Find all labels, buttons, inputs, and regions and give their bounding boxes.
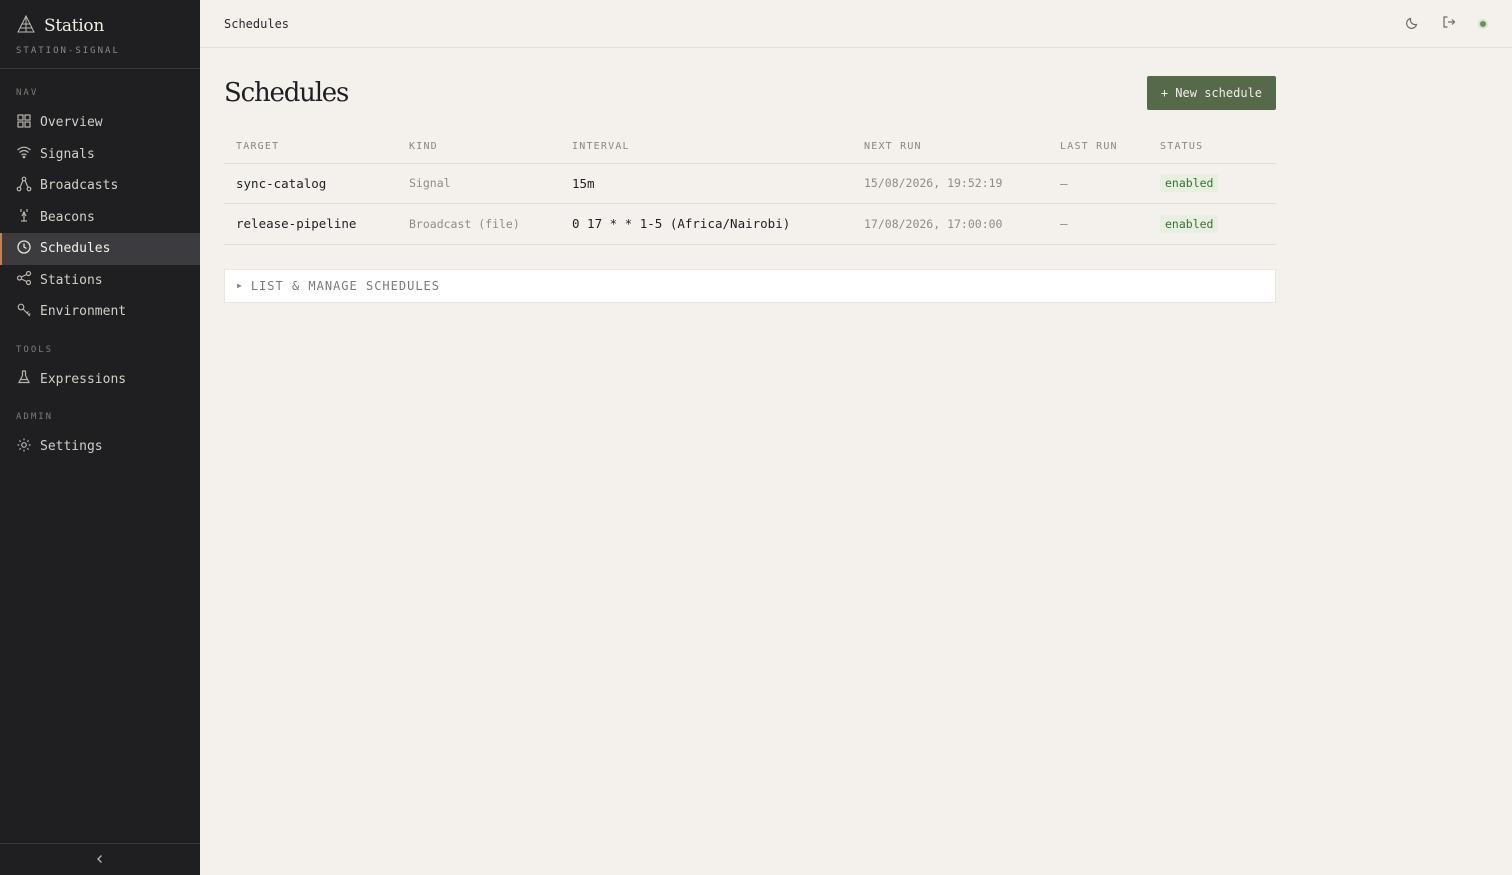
table-row[interactable]: sync-catalog Signal 15m 15/08/2026, 19:5… [224,163,1276,204]
sidebar-item-label: Beacons [40,209,95,225]
sidebar-item-overview[interactable]: Overview [0,107,200,139]
gear-icon [16,437,32,457]
workspace-name: STATION-SIGNAL [16,46,120,56]
column-header-next-run[interactable]: NEXT RUN [852,130,1048,164]
chevron-left-icon [94,850,106,869]
sidebar-item-label: Environment [40,304,127,320]
network-icon [16,270,32,290]
moon-icon[interactable] [1406,14,1420,33]
cell-next-run: 17/08/2026, 17:00:00 [852,203,1048,245]
status-dot [1478,18,1488,29]
flask-icon [16,369,32,389]
sidebar-item-broadcasts[interactable]: Broadcasts [0,170,200,202]
schedules-table: TARGET KIND INTERVAL NEXT RUN LAST RUN S… [224,130,1276,245]
fork-icon [16,176,32,196]
sidebar-item-beacons[interactable]: Beacons [0,202,200,234]
clock-icon [16,239,32,259]
sidebar-item-label: Settings [40,439,103,455]
sidebar-item-label: Signals [40,146,95,162]
sidebar-item-signals[interactable]: Signals [0,139,200,171]
cell-status: enabled [1148,163,1276,204]
sidebar-item-settings[interactable]: Settings [0,431,200,463]
cell-target[interactable]: release-pipeline [224,203,397,245]
grid-icon [16,113,32,133]
cell-status: enabled [1148,203,1276,245]
column-header-interval[interactable]: INTERVAL [560,130,852,164]
status-badge: enabled [1160,214,1219,233]
list-manage-schedules-accordion[interactable]: ▶ LIST & MANAGE SCHEDULES [224,268,1276,303]
main-content: Schedules + New schedule TARGET KIND INT… [224,76,1276,303]
collapse-sidebar-button[interactable] [0,843,200,875]
brand-header: Station STATION-SIGNAL [0,0,200,69]
cell-interval: 0 17 * * 1-5 (Africa/Nairobi) [560,203,852,245]
table-header-row: TARGET KIND INTERVAL NEXT RUN LAST RUN S… [224,130,1276,164]
wifi-icon [16,144,32,164]
sidebar-item-label: Overview [40,115,103,131]
cell-last-run: — [1048,203,1148,245]
admin-section-label: ADMIN [16,412,54,422]
nav-section: NAV Overview Signals Broadcasts Beacons [0,69,200,328]
breadcrumb: Schedules [224,16,290,31]
admin-section: ADMIN Settings [0,395,200,463]
sidebar-item-label: Expressions [40,371,127,387]
cell-next-run: 15/08/2026, 19:52:19 [852,163,1048,204]
table-row[interactable]: release-pipeline Broadcast (file) 0 17 *… [224,203,1276,245]
sidebar-item-expressions[interactable]: Expressions [0,364,200,396]
cell-kind: Signal [397,163,560,204]
cell-kind: Broadcast (file) [397,203,560,245]
sidebar: Station STATION-SIGNAL NAV Overview Sign… [0,0,200,875]
brand-name: Station [44,16,104,36]
accordion-label: LIST & MANAGE SCHEDULES [250,278,440,293]
cell-target[interactable]: sync-catalog [224,163,397,204]
cell-interval: 15m [560,163,852,204]
sidebar-item-environment[interactable]: Environment [0,296,200,328]
column-header-status[interactable]: STATUS [1148,130,1276,164]
sidebar-item-schedules[interactable]: Schedules [0,233,200,265]
sidebar-item-stations[interactable]: Stations [0,265,200,297]
station-logo-icon [16,14,36,38]
logout-icon[interactable] [1442,14,1456,33]
tools-section: TOOLS Expressions [0,328,200,396]
page-header: Schedules + New schedule [224,76,1276,110]
key-icon [16,302,32,322]
sidebar-item-label: Schedules [40,241,111,257]
beacon-icon [16,207,32,227]
new-schedule-button[interactable]: + New schedule [1146,76,1276,110]
nav-section-label: NAV [16,88,39,98]
sidebar-item-label: Stations [40,272,103,288]
page-title: Schedules [224,78,349,108]
topbar-actions [1406,14,1488,33]
column-header-target[interactable]: TARGET [224,130,397,164]
status-badge: enabled [1160,174,1219,193]
sidebar-item-label: Broadcasts [40,178,119,194]
topbar: Schedules [200,0,1512,48]
column-header-last-run[interactable]: LAST RUN [1048,130,1148,164]
column-header-kind[interactable]: KIND [397,130,560,164]
cell-last-run: — [1048,163,1148,204]
caret-right-icon: ▶ [237,281,243,290]
tools-section-label: TOOLS [16,344,54,355]
